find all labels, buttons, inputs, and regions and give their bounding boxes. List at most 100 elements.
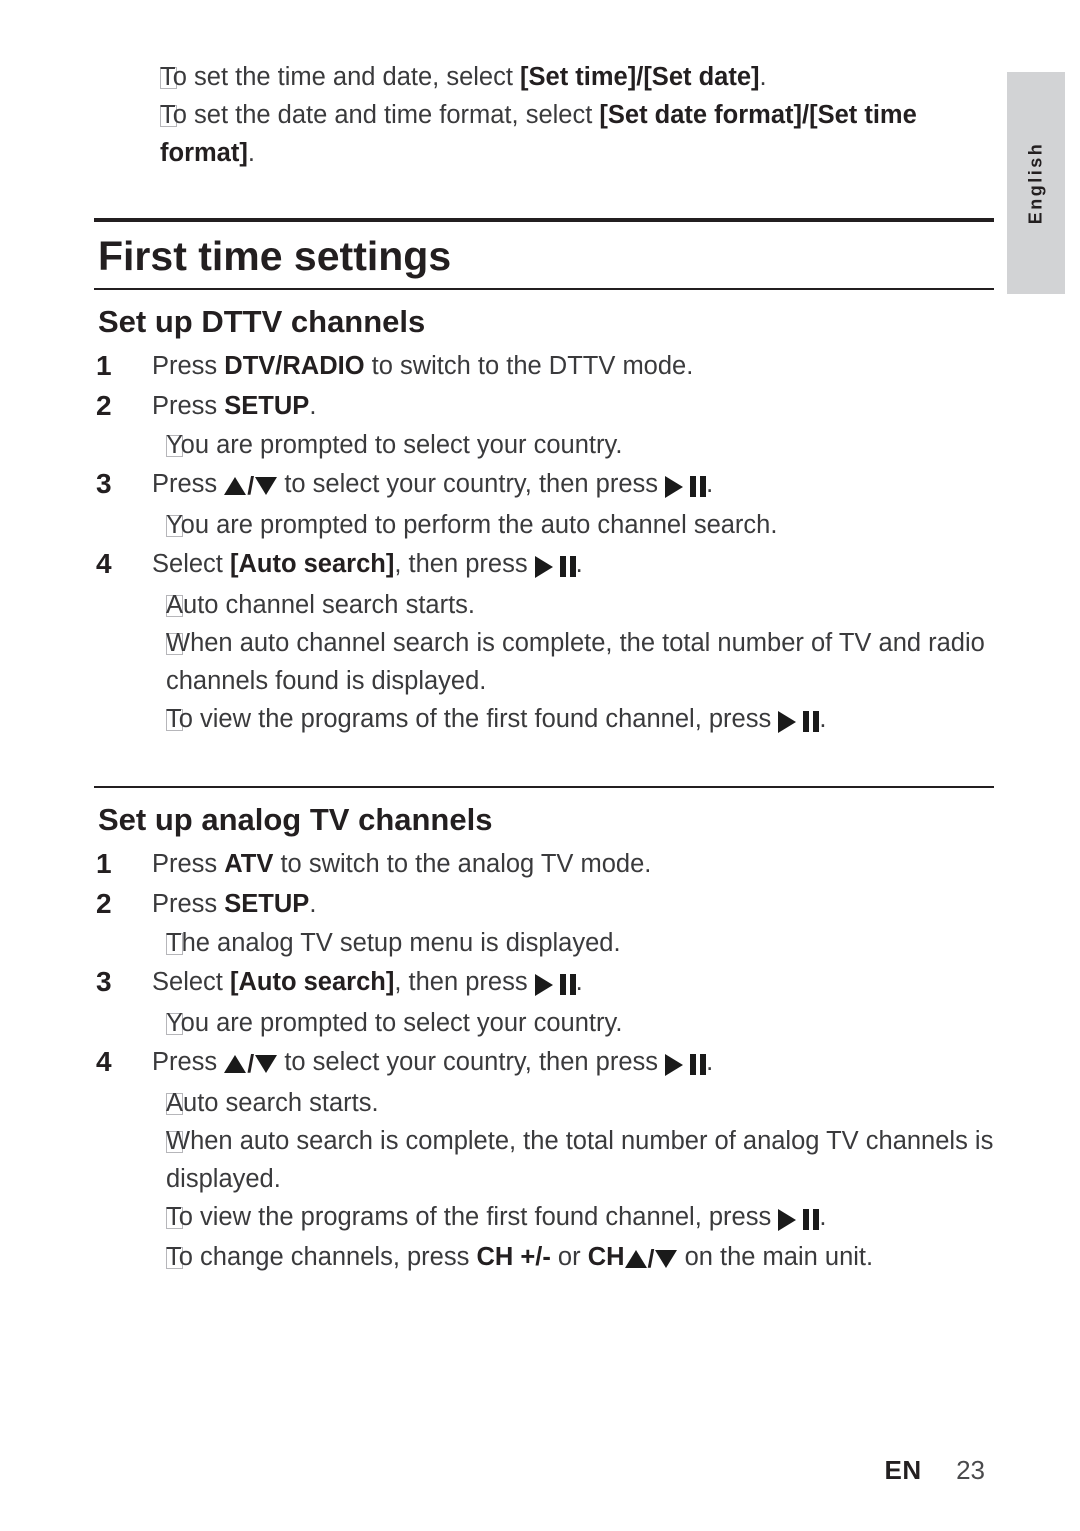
footer-page-number: 23 <box>956 1455 985 1485</box>
list-item-text: To view the programs of the first found … <box>166 1198 994 1238</box>
numbered-step: 1 Press ATV to switch to the analog TV mo… <box>94 844 994 884</box>
body-text: . <box>706 1047 714 1076</box>
list-item-text: When auto channel search is complete, th… <box>166 624 994 700</box>
pause-bar-left-icon <box>690 1054 697 1076</box>
bullet-marker <box>94 506 183 544</box>
play-triangle-icon <box>665 1053 684 1076</box>
body-text: Press <box>152 889 225 918</box>
body-text: to select your country, then press <box>277 1047 666 1076</box>
body-text: To view the programs of the first found … <box>166 704 779 733</box>
step-text: Press / to select your country, then pre… <box>152 1042 994 1084</box>
play-pause-icon <box>778 1200 820 1238</box>
step-number: 3 <box>96 965 112 997</box>
bullet-marker <box>94 96 177 134</box>
body-text: . <box>759 63 767 91</box>
step-number: 4 <box>96 1045 112 1077</box>
body-text: to switch to the DTTV mode. <box>364 351 694 380</box>
body-text: Press <box>152 351 225 380</box>
body-text: Select <box>152 549 230 578</box>
footer-locale-code: EN <box>884 1455 922 1485</box>
list-item: You are prompted to perform the auto cha… <box>94 506 994 544</box>
body-text: . <box>819 1202 827 1231</box>
emphasis-text: SETUP <box>224 889 310 918</box>
triangle-up-icon <box>224 476 247 495</box>
bullet-marker <box>94 1084 183 1122</box>
body-text: Press <box>152 849 225 878</box>
pause-bar-left-icon <box>803 711 810 733</box>
triangle-down-icon <box>655 1249 678 1268</box>
step-number: 3 <box>96 467 112 499</box>
body-text: You are prompted to select your country. <box>166 430 623 459</box>
body-text: To view the programs of the first found … <box>166 1202 779 1231</box>
list-item-text: Auto channel search starts. <box>166 586 994 624</box>
page-content: To set the time and date, select [Set ti… <box>94 58 994 1276</box>
up-down-arrows-icon: / <box>624 1246 678 1271</box>
body-text: You are prompted to perform the auto cha… <box>166 510 778 539</box>
list-item-text: To set the date and time format, select … <box>160 96 994 172</box>
pause-bar-left-icon <box>559 556 566 578</box>
body-text: to switch to the analog TV mode. <box>273 849 652 878</box>
play-pause-icon <box>534 964 576 1004</box>
body-text: . <box>309 391 317 420</box>
body-text: . <box>575 549 583 578</box>
body-text: . <box>247 139 255 167</box>
bullet-marker <box>94 624 183 662</box>
emphasis-text: [Auto search] <box>229 967 395 996</box>
step-text: Select [Auto search], then press . <box>152 962 994 1004</box>
numbered-step: 1 Press DTV/RADIO to switch to the DTTV m… <box>94 346 994 386</box>
play-triangle-icon <box>778 710 797 733</box>
triangle-down-icon <box>255 476 278 495</box>
play-pause-icon <box>665 466 707 506</box>
body-text: . <box>819 704 827 733</box>
numbered-step: 3 Select [Auto search], then press . <box>94 962 994 1004</box>
emphasis-text: SETUP <box>224 391 310 420</box>
list-item: To view the programs of the first found … <box>94 700 994 740</box>
language-tab-label: English <box>1025 141 1046 225</box>
list-item-text: To change channels, press CH +/- or CH / … <box>166 1238 994 1276</box>
step-text: Select [Auto search], then press . <box>152 544 994 586</box>
bullet-marker <box>94 924 183 962</box>
list-item: To change channels, press CH +/- or CH / … <box>94 1238 994 1276</box>
list-item-text: The analog TV setup menu is displayed. <box>166 924 994 962</box>
list-item: When auto channel search is complete, th… <box>94 624 994 700</box>
list-item-text: You are prompted to select your country. <box>166 1004 994 1042</box>
section-heading: Set up analog TV channels <box>98 801 493 837</box>
body-text: When auto channel search is complete, th… <box>166 628 985 695</box>
bullet-marker <box>94 1198 183 1236</box>
body-text: You are prompted to select your country. <box>166 1008 623 1037</box>
body-text: . <box>575 967 583 996</box>
list-item-text: You are prompted to select your country. <box>166 426 994 464</box>
slash-separator: / <box>247 471 255 500</box>
step-text: Press DTV/RADIO to switch to the DTTV mo… <box>152 346 994 386</box>
pause-bar-left-icon <box>690 476 697 498</box>
play-triangle-icon <box>778 1208 797 1231</box>
page-footer: EN 23 <box>0 1455 1007 1486</box>
body-text: To change channels, press <box>166 1242 477 1271</box>
bullet-marker <box>94 700 183 738</box>
bullet-marker <box>94 1004 183 1042</box>
body-text: . <box>706 469 714 498</box>
up-down-arrows-icon: / <box>224 473 278 498</box>
body-text: to select your country, then press <box>277 469 666 498</box>
list-item-text: To set the time and date, select [Set ti… <box>160 58 994 96</box>
triangle-up-icon <box>224 1054 247 1073</box>
up-down-arrows-icon: / <box>224 1051 278 1076</box>
body-text: To set the date and time format, select <box>160 101 600 129</box>
emphasis-text: CH <box>587 1242 625 1271</box>
body-text: To set the time and date, select <box>160 63 521 91</box>
bullet-marker <box>94 426 183 464</box>
list-item: When auto search is complete, the total … <box>94 1122 994 1198</box>
list-item: The analog TV setup menu is displayed. <box>94 924 994 962</box>
intro-bullet-list: To set the time and date, select [Set ti… <box>94 58 994 172</box>
numbered-step: 2 Press SETUP. <box>94 884 994 924</box>
list-item: You are prompted to select your country. <box>94 1004 994 1042</box>
page-title: First time settings <box>98 232 452 279</box>
emphasis-text: CH +/- <box>476 1242 551 1271</box>
step-number: 1 <box>96 847 112 879</box>
play-triangle-icon <box>534 555 553 578</box>
bullet-marker <box>94 1122 183 1160</box>
section-heading: Set up DTTV channels <box>98 303 426 339</box>
list-item: To set the date and time format, select … <box>94 96 994 172</box>
body-text: Select <box>152 967 230 996</box>
